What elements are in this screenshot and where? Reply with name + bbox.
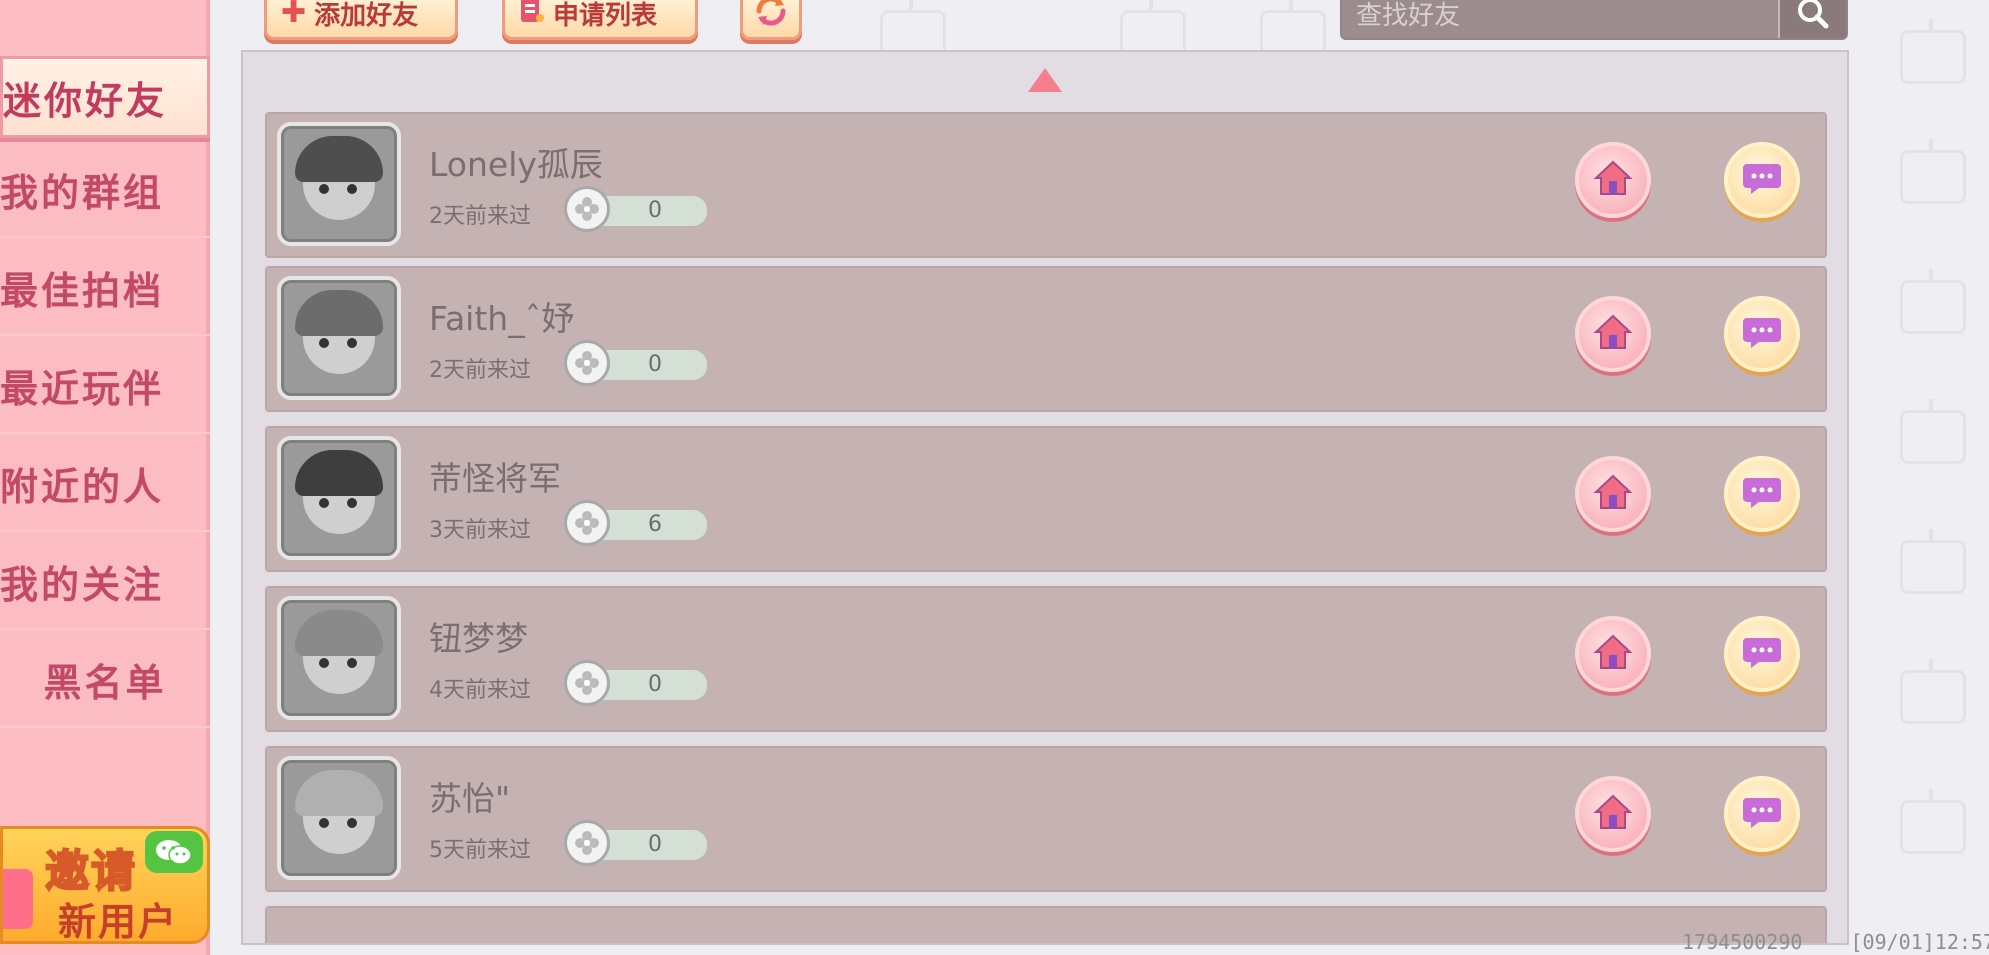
home-icon (1593, 473, 1633, 515)
visit-home-button[interactable] (1575, 456, 1651, 532)
sidebar-item-mini-friends[interactable]: 迷你好友 (0, 56, 210, 138)
chat-button[interactable] (1724, 296, 1800, 372)
chat-bubble-icon (1741, 634, 1783, 674)
sidebar-item-label: 迷你好友 (3, 78, 168, 123)
sidebar: 迷你好友 我的群组 最佳拍档 最近玩伴 附近的人 我的关注 黑名单 邀请 新用户 (0, 0, 210, 955)
friend-row[interactable]: 芾怪将军 3天前来过 6 (265, 426, 1827, 572)
friend-name: 芾怪将军 (429, 459, 561, 498)
chat-button[interactable] (1724, 456, 1800, 532)
add-friend-button[interactable]: ✚ 添加好友 (264, 0, 458, 40)
visit-home-button[interactable] (1575, 142, 1651, 218)
friend-name: 钮梦梦 (429, 619, 528, 658)
search-button[interactable] (1778, 0, 1846, 38)
sidebar-item-label: 附近的人 (0, 464, 165, 509)
home-icon (1593, 159, 1633, 201)
friend-row[interactable]: 苏怡" 5天前来过 0 (265, 746, 1827, 892)
request-list-button[interactable]: 申请列表 (502, 0, 698, 40)
visit-home-button[interactable] (1575, 616, 1651, 692)
plus-icon: ✚ (281, 0, 307, 30)
add-friend-label: 添加好友 (314, 0, 419, 31)
search-input[interactable] (1354, 0, 1778, 40)
invite-subtitle: 新用户 (58, 900, 179, 944)
gift-icon (3, 869, 33, 929)
visit-home-button[interactable] (1575, 296, 1651, 372)
flower-icon (564, 186, 610, 232)
home-icon (1593, 313, 1633, 355)
sidebar-item-blacklist[interactable]: 黑名单 (0, 632, 210, 728)
sidebar-item-label: 我的群组 (0, 170, 165, 215)
invite-new-user-button[interactable]: 邀请 新用户 (0, 826, 210, 944)
flower-icon (564, 660, 610, 706)
sidebar-item-best-partner[interactable]: 最佳拍档 (0, 240, 210, 336)
chat-bubble-icon (1741, 160, 1783, 200)
sidebar-item-my-groups[interactable]: 我的群组 (0, 142, 210, 238)
last-visit-text: 5天前来过 (429, 838, 531, 863)
refresh-icon (751, 0, 791, 35)
friend-row[interactable]: Lonely孤辰 2天前来过 0 (265, 112, 1827, 258)
home-icon (1593, 793, 1633, 835)
refresh-button[interactable] (740, 0, 802, 40)
friend-name: 苏怡" (429, 779, 511, 818)
chat-button[interactable] (1724, 776, 1800, 852)
chat-button[interactable] (1724, 616, 1800, 692)
chat-bubble-icon (1741, 314, 1783, 354)
search-icon (1796, 0, 1830, 34)
sidebar-item-label: 我的关注 (0, 562, 165, 607)
last-visit-text: 4天前来过 (429, 678, 531, 703)
last-visit-text: 2天前来过 (429, 358, 531, 383)
friend-row[interactable]: 钮梦梦 4天前来过 0 (265, 586, 1827, 732)
friend-name: Faith_ˆ妤 (429, 299, 575, 338)
list-icon (519, 0, 545, 30)
footer-info: 1794500290 [09/01]12:57 0 (1682, 930, 1989, 954)
flower-icon (564, 500, 610, 546)
sidebar-item-label: 最近玩伴 (0, 366, 165, 411)
avatar[interactable] (277, 756, 401, 880)
friend-list-panel: Lonely孤辰 2天前来过 0 Faith_ˆ妤 2天前来过 0 芾怪将军 3… (241, 50, 1849, 945)
last-visit-text: 2天前来过 (429, 204, 531, 229)
sidebar-item-label: 最佳拍档 (0, 268, 165, 313)
flower-icon (564, 820, 610, 866)
wechat-icon (145, 831, 203, 873)
avatar[interactable] (277, 276, 401, 400)
search-bar (1340, 0, 1848, 40)
friend-row-partial[interactable] (265, 906, 1827, 943)
flower-icon (564, 340, 610, 386)
sidebar-item-my-follows[interactable]: 我的关注 (0, 534, 210, 630)
chat-bubble-icon (1741, 474, 1783, 514)
avatar[interactable] (277, 436, 401, 560)
sidebar-item-nearby-people[interactable]: 附近的人 (0, 436, 210, 532)
chat-button[interactable] (1724, 142, 1800, 218)
chat-bubble-icon (1741, 794, 1783, 834)
avatar[interactable] (277, 122, 401, 246)
avatar[interactable] (277, 596, 401, 720)
user-id: 1794500290 (1682, 930, 1803, 954)
invite-title: 邀请 (44, 845, 137, 898)
request-list-label: 申请列表 (553, 0, 658, 31)
home-icon (1593, 633, 1633, 675)
friend-name: Lonely孤辰 (429, 145, 603, 184)
sidebar-item-label: 黑名单 (43, 660, 167, 705)
timestamp: [09/01]12:57 0 (1850, 930, 1989, 954)
visit-home-button[interactable] (1575, 776, 1651, 852)
sidebar-item-recent-playmates[interactable]: 最近玩伴 (0, 338, 210, 434)
friend-row[interactable]: Faith_ˆ妤 2天前来过 0 (265, 266, 1827, 412)
scroll-up-arrow-icon[interactable] (1028, 68, 1062, 92)
last-visit-text: 3天前来过 (429, 518, 531, 543)
